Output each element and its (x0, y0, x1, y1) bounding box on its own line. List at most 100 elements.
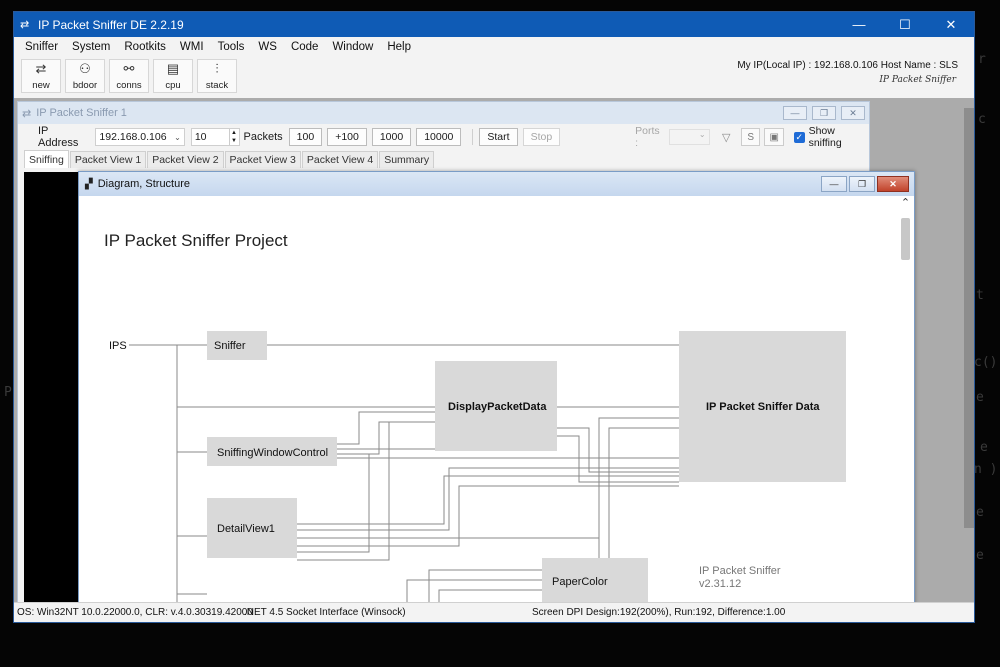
bdoor-icon: ⚇ (79, 60, 91, 76)
background-window-edge (964, 108, 974, 528)
tab-packet-view-4[interactable]: Packet View 4 (301, 151, 379, 168)
count-100-button[interactable]: 100 (288, 128, 323, 146)
diagram-minimize-button[interactable]: — (821, 176, 847, 192)
ip-address-label: IP Address (38, 125, 79, 149)
sniffer-tabs: Sniffing Packet View 1 Packet View 2 Pac… (18, 150, 869, 168)
app-icon: ⇄ (20, 18, 30, 31)
close-button[interactable]: ✕ (928, 12, 974, 37)
ports-select[interactable]: ⌄ (668, 129, 710, 145)
box-label-swc: SniffingWindowControl (217, 447, 328, 459)
main-toolbar: ⇄ new ⚇ bdoor ⚯ conns ▤ cpu ⫶ stack My I… (14, 57, 974, 95)
menu-tools[interactable]: Tools (211, 41, 252, 53)
mdi-workspace: ⇄ IP Packet Sniffer 1 — ❐ ✕ IP Address 1… (14, 98, 974, 622)
menu-ws[interactable]: WS (251, 41, 284, 53)
cpu-button[interactable]: ▤ cpu (153, 59, 193, 93)
new-icon: ⇄ (35, 60, 47, 76)
sniffer-toolbar: IP Address 192.168.0.106 ⌄ 10 ▲ ▼ Packets… (18, 124, 869, 150)
maximize-button[interactable]: ☐ (882, 12, 928, 37)
scroll-thumb[interactable] (901, 218, 910, 260)
diagram-box-sniffing-window-control[interactable]: SniffingWindowControl (207, 437, 337, 466)
diagram-box-sniffer-data[interactable]: IP Packet Sniffer Data (679, 331, 846, 482)
diagram-box-detail-view[interactable]: DetailView1 (207, 498, 297, 558)
save-icon[interactable]: ▣ (764, 128, 784, 146)
box-label-paper: PaperColor (552, 576, 608, 588)
diagram-close-button[interactable]: ✕ (877, 176, 909, 192)
sniffing-output-pane[interactable] (24, 172, 84, 602)
main-titlebar: ⇄ IP Packet Sniffer DE 2.2.19 — ☐ ✕ (14, 12, 974, 37)
sniffer-minimize-button[interactable]: — (783, 106, 807, 120)
tab-packet-view-2[interactable]: Packet View 2 (147, 151, 224, 168)
menu-system[interactable]: System (65, 41, 117, 53)
diagram-scrollbar[interactable]: ⌃ (897, 196, 914, 622)
packet-count-value: 10 (194, 131, 207, 143)
menu-help[interactable]: Help (380, 41, 418, 53)
cpu-icon: ▤ (166, 60, 180, 76)
tab-packet-view-3[interactable]: Packet View 3 (224, 151, 301, 168)
menu-window[interactable]: Window (325, 41, 380, 53)
scroll-up-icon[interactable]: ⌃ (897, 196, 914, 214)
conns-icon: ⚯ (123, 60, 135, 76)
status-bar: OS: Win32NT 10.0.22000.0, CLR: v.4.0.303… (14, 602, 974, 622)
ports-label: Ports : (635, 125, 660, 149)
count-plus100-button[interactable]: +100 (327, 128, 367, 146)
stepper-arrows-icon[interactable]: ▲ ▼ (228, 129, 239, 145)
diagram-canvas: IP Packet Sniffer Project IPS Sniffer Di… (79, 196, 881, 622)
sniffer-restore-button[interactable]: ❐ (812, 106, 836, 120)
sniffer-titlebar: ⇄ IP Packet Sniffer 1 — ❐ ✕ (18, 102, 869, 124)
new-label: new (32, 79, 50, 91)
count-1000-button[interactable]: 1000 (371, 128, 412, 146)
tab-summary[interactable]: Summary (379, 151, 435, 168)
menu-sniffer[interactable]: Sniffer (18, 41, 65, 53)
diagram-restore-button[interactable]: ❐ (849, 176, 875, 192)
conns-button[interactable]: ⚯ conns (109, 59, 149, 93)
box-label-detail: DetailView1 (217, 523, 275, 535)
stack-icon: ⫶ (215, 60, 219, 76)
packet-count-stepper[interactable]: 10 ▲ ▼ (190, 128, 240, 146)
ip-address-value: 192.168.0.106 (99, 131, 167, 143)
stack-button[interactable]: ⫶ stack (197, 59, 237, 93)
ip-info: My IP(Local IP) : 192.168.0.106 Host Nam… (737, 60, 958, 71)
status-os: OS: Win32NT 10.0.22000.0, CLR: v.4.0.303… (17, 607, 253, 618)
diagram-window-title: Diagram, Structure (97, 178, 191, 190)
diagram-box-sniffer[interactable]: Sniffer (207, 331, 267, 360)
sniffer-close-button[interactable]: ✕ (841, 106, 865, 120)
menu-rootkits[interactable]: Rootkits (117, 41, 173, 53)
box-label-display: DisplayPacketData (448, 401, 547, 413)
menu-code[interactable]: Code (284, 41, 326, 53)
sniffer-window-icon: ⇄ (22, 107, 32, 120)
show-sniffing-label: Show sniffing (808, 125, 842, 149)
status-dpi: Screen DPI Design:192(200%), Run:192, Di… (532, 607, 786, 618)
cpu-label: cpu (165, 79, 181, 91)
conns-label: conns (116, 79, 142, 91)
bdoor-button[interactable]: ⚇ bdoor (65, 59, 105, 93)
sniffer-window-title: IP Packet Sniffer 1 (36, 107, 127, 119)
version-number: v2.31.12 (699, 578, 741, 590)
window-title: IP Packet Sniffer DE 2.2.19 (38, 17, 184, 32)
stack-label: stack (205, 79, 229, 91)
count-10000-button[interactable]: 10000 (416, 128, 462, 146)
chevron-down-icon: ⌄ (174, 132, 181, 142)
stop-button[interactable]: Stop (522, 128, 561, 146)
packets-label: Packets (243, 131, 283, 143)
s-button[interactable]: S (740, 128, 761, 146)
box-label-data: IP Packet Sniffer Data (706, 401, 820, 413)
tab-packet-view-1[interactable]: Packet View 1 (69, 151, 147, 168)
new-button[interactable]: ⇄ new (21, 59, 61, 93)
diagram-heading: IP Packet Sniffer Project (104, 231, 288, 250)
start-button[interactable]: Start (479, 128, 518, 146)
minimize-button[interactable]: — (836, 12, 882, 37)
diagram-window: ▞ Diagram, Structure — ❐ ✕ IP Packet Sni… (78, 171, 915, 622)
diagram-box-display-packet-data[interactable]: DisplayPacketData (435, 361, 557, 451)
tab-sniffing[interactable]: Sniffing (24, 150, 69, 168)
filter-icon[interactable]: ▽ (718, 128, 735, 146)
diagram-svg: IP Packet Sniffer Project IPS Sniffer Di… (104, 231, 846, 622)
diagram-box-paper-color[interactable]: PaperColor (542, 558, 648, 604)
root-label-ips: IPS (109, 340, 127, 352)
ip-address-select[interactable]: 192.168.0.106 ⌄ (95, 128, 185, 146)
show-sniffing-checkbox[interactable]: ✓ (793, 131, 805, 143)
diagram-window-icon: ▞ (85, 178, 93, 190)
box-label-sniffer: Sniffer (214, 340, 246, 352)
menu-wmi[interactable]: WMI (173, 41, 211, 53)
main-window: ⇄ IP Packet Sniffer DE 2.2.19 — ☐ ✕ Snif… (13, 11, 975, 623)
diagram-titlebar: ▞ Diagram, Structure — ❐ ✕ (79, 172, 914, 196)
